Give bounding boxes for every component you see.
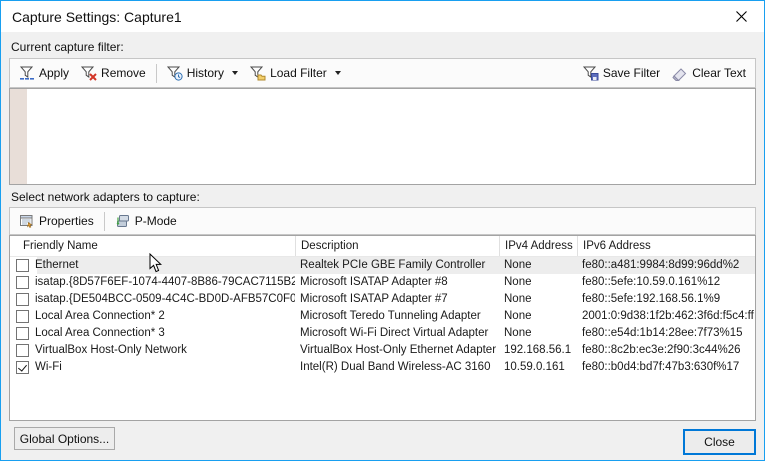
- filter-save-icon: [583, 65, 599, 81]
- window-title: Capture Settings: Capture1: [1, 9, 182, 25]
- capture-filter-editor[interactable]: [9, 88, 756, 185]
- adapter-name: isatap.{8D57F6EF-1074-4407-8B86-79CAC711…: [35, 274, 295, 291]
- history-label: History: [187, 66, 224, 80]
- close-button-label: Close: [704, 435, 735, 449]
- load-filter-label: Load Filter: [270, 66, 327, 80]
- pmode-label: P-Mode: [135, 214, 177, 228]
- properties-label: Properties: [39, 214, 94, 228]
- adapter-name: Local Area Connection* 2: [35, 308, 165, 325]
- load-filter-dropdown-icon: [335, 71, 341, 75]
- editor-gutter: [10, 89, 27, 184]
- adapter-row[interactable]: VirtualBox Host-Only Network VirtualBox …: [10, 342, 755, 359]
- adapter-ipv4: 192.168.56.1: [499, 342, 577, 359]
- adapter-description: Microsoft Wi-Fi Direct Virtual Adapter: [295, 325, 499, 342]
- clear-text-label: Clear Text: [692, 66, 746, 80]
- adapter-checkbox[interactable]: [16, 327, 29, 340]
- adapter-name: Wi-Fi: [35, 359, 62, 376]
- adapter-row[interactable]: isatap.{8D57F6EF-1074-4407-8B86-79CAC711…: [10, 274, 755, 291]
- column-header-ipv6[interactable]: IPv6 Address: [577, 236, 755, 256]
- adapters-section-label: Select network adapters to capture:: [11, 190, 200, 204]
- adapter-description: Microsoft ISATAP Adapter #8: [295, 274, 499, 291]
- global-options-label: Global Options...: [20, 432, 109, 446]
- adapter-checkbox[interactable]: [16, 259, 29, 272]
- apply-filter-button[interactable]: Apply: [13, 62, 75, 84]
- clear-text-button[interactable]: Clear Text: [666, 62, 752, 84]
- column-header-ipv4[interactable]: IPv4 Address: [499, 236, 577, 256]
- filter-toolbar: Apply Remove History Load Filter: [9, 58, 756, 88]
- adapter-name: Ethernet: [35, 257, 78, 274]
- remove-filter-button[interactable]: Remove: [75, 62, 152, 84]
- capture-settings-dialog: Capture Settings: Capture1 Current captu…: [0, 0, 765, 461]
- adapter-ipv4: None: [499, 325, 577, 342]
- apply-filter-label: Apply: [39, 66, 69, 80]
- adapter-name: VirtualBox Host-Only Network: [35, 342, 187, 359]
- properties-icon: [19, 213, 35, 229]
- history-button[interactable]: History: [161, 62, 244, 84]
- save-filter-button[interactable]: Save Filter: [577, 62, 666, 84]
- adapter-row[interactable]: Wi-Fi Intel(R) Dual Band Wireless-AC 316…: [10, 359, 755, 376]
- close-button[interactable]: Close: [683, 429, 756, 455]
- adapter-ipv6: 2001:0:9d38:1f2b:462:3f6d:f5c4:ff: [577, 308, 755, 325]
- pmode-button[interactable]: P-Mode: [109, 210, 183, 232]
- adapter-row[interactable]: isatap.{DE504BCC-0509-4C4C-BD0D-AFB57C0F…: [10, 291, 755, 308]
- filter-apply-icon: [19, 65, 35, 81]
- adapter-row[interactable]: Local Area Connection* 2 Microsoft Tered…: [10, 308, 755, 325]
- adapter-checkbox[interactable]: [16, 276, 29, 289]
- adapter-ipv4: None: [499, 308, 577, 325]
- adapter-ipv6: fe80::5efe:10.59.0.161%12: [577, 274, 755, 291]
- remove-filter-label: Remove: [101, 66, 146, 80]
- adapter-ipv6: fe80::b0d4:bd7f:47b3:630f%17: [577, 359, 755, 376]
- adapter-ipv6: fe80::5efe:192.168.56.1%9: [577, 291, 755, 308]
- global-options-button[interactable]: Global Options...: [14, 427, 115, 450]
- adapter-checkbox[interactable]: [16, 361, 29, 374]
- filter-remove-icon: [81, 65, 97, 81]
- eraser-icon: [672, 65, 688, 81]
- adapter-description: Microsoft ISATAP Adapter #7: [295, 291, 499, 308]
- adapters-toolbar: Properties P-Mode: [9, 207, 756, 235]
- adapter-description: Microsoft Teredo Tunneling Adapter: [295, 308, 499, 325]
- adapter-description: Intel(R) Dual Band Wireless-AC 3160: [295, 359, 499, 376]
- adapter-ipv4: None: [499, 274, 577, 291]
- adapter-checkbox[interactable]: [16, 344, 29, 357]
- adapter-description: VirtualBox Host-Only Ethernet Adapter: [295, 342, 499, 359]
- load-filter-button[interactable]: Load Filter: [244, 62, 347, 84]
- filter-toolbar-right: Save Filter Clear Text: [577, 62, 752, 84]
- filter-section-label: Current capture filter:: [11, 40, 124, 54]
- adapter-row[interactable]: Local Area Connection* 3 Microsoft Wi-Fi…: [10, 325, 755, 342]
- toolbar-separator: [156, 64, 157, 83]
- close-icon: [736, 11, 747, 22]
- adapter-checkbox[interactable]: [16, 310, 29, 323]
- toolbar-separator: [104, 212, 105, 231]
- adapter-checkbox[interactable]: [16, 293, 29, 306]
- adapter-ipv4: 10.59.0.161: [499, 359, 577, 376]
- adapter-ipv4: None: [499, 291, 577, 308]
- column-header-friendly-name[interactable]: Friendly Name: [10, 236, 295, 256]
- adapter-ipv6: fe80::e54d:1b14:28ee:7f73%15: [577, 325, 755, 342]
- adapter-table-body: Ethernet Realtek PCIe GBE Family Control…: [10, 257, 755, 376]
- titlebar: Capture Settings: Capture1: [1, 1, 764, 32]
- adapter-table: Friendly Name Description IPv4 Address I…: [9, 235, 756, 421]
- properties-button[interactable]: Properties: [13, 210, 100, 232]
- adapter-ipv6: fe80::8c2b:ec3e:2f90:3c44%26: [577, 342, 755, 359]
- window-close-button[interactable]: [719, 1, 764, 32]
- filter-history-icon: [167, 65, 183, 81]
- column-header-description[interactable]: Description: [295, 236, 499, 256]
- save-filter-label: Save Filter: [603, 66, 660, 80]
- history-dropdown-icon: [232, 71, 238, 75]
- adapter-name: isatap.{DE504BCC-0509-4C4C-BD0D-AFB57C0F…: [35, 291, 295, 308]
- pmode-icon: [115, 213, 131, 229]
- adapter-ipv4: None: [499, 257, 577, 274]
- adapter-description: Realtek PCIe GBE Family Controller: [295, 257, 499, 274]
- adapter-name: Local Area Connection* 3: [35, 325, 165, 342]
- adapter-ipv6: fe80::a481:9984:8d99:96dd%2: [577, 257, 755, 274]
- adapter-row[interactable]: Ethernet Realtek PCIe GBE Family Control…: [10, 257, 755, 274]
- adapter-table-header: Friendly Name Description IPv4 Address I…: [10, 236, 755, 257]
- filter-load-icon: [250, 65, 266, 81]
